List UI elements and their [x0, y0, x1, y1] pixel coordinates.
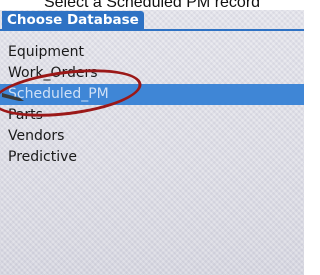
list-item-scheduled-pm[interactable]: Scheduled_PM: [0, 84, 304, 105]
list-item-work-orders[interactable]: Work_Orders: [0, 63, 304, 84]
list-item-label: Scheduled_PM: [8, 86, 109, 102]
title-divider: [0, 29, 304, 31]
list-item-label: Equipment: [8, 44, 84, 60]
photo-scene: Select a Scheduled PM record Choose Data…: [0, 0, 304, 275]
list-item-parts[interactable]: Parts: [0, 105, 304, 126]
list-item-equipment[interactable]: Equipment: [0, 42, 304, 63]
list-item-predictive[interactable]: Predictive: [0, 147, 304, 168]
database-list: Equipment Work_Orders Scheduled_PM Parts…: [0, 42, 304, 168]
list-item-label: Work_Orders: [8, 65, 98, 81]
list-item-label: Vendors: [8, 128, 65, 144]
list-item-label: Predictive: [8, 149, 78, 165]
device-screen: Choose Database Equipment Work_Orders Sc…: [0, 10, 304, 275]
list-item-vendors[interactable]: Vendors: [0, 126, 304, 147]
form-title: Choose Database: [2, 11, 144, 29]
list-item-label: Parts: [8, 107, 43, 123]
